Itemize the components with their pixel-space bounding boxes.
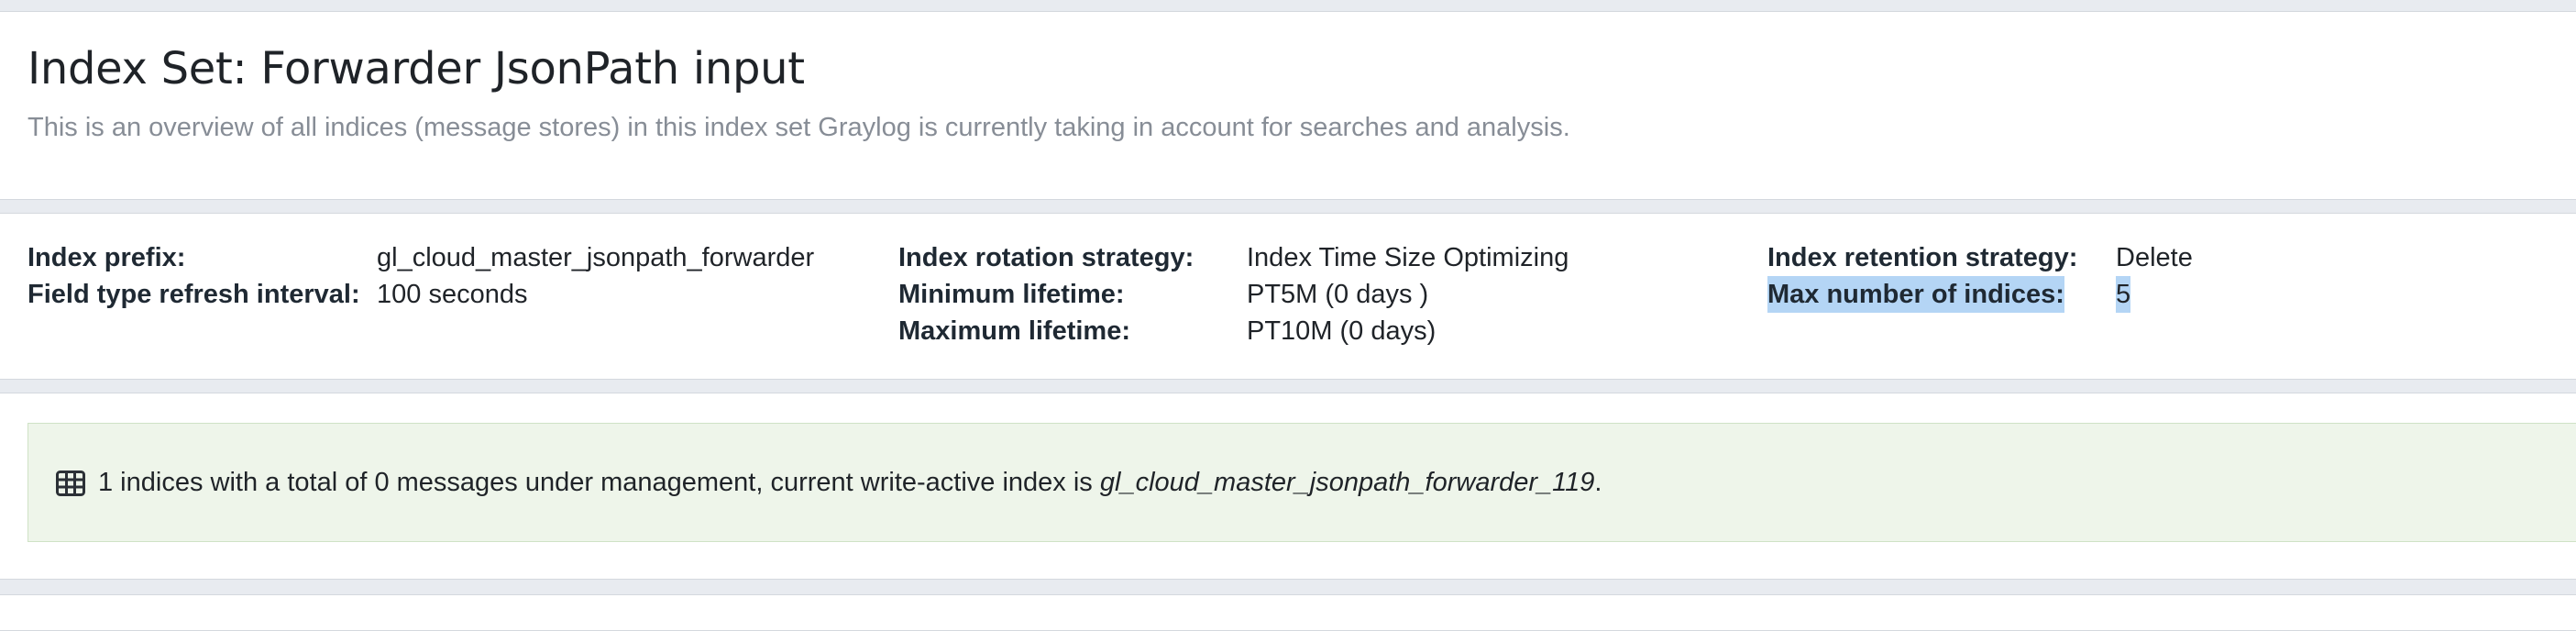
- next-panel: [0, 594, 2576, 631]
- index-prefix-label: Index prefix:: [28, 243, 186, 272]
- min-lifetime-label: Minimum lifetime:: [898, 280, 1125, 309]
- summary-text-prefix: 1 indices with a total of 0 messages und…: [98, 468, 1100, 497]
- indices-summary-alert: 1 indices with a total of 0 messages und…: [28, 423, 2576, 542]
- max-lifetime-value: PT10M (0 days): [1247, 316, 1437, 346]
- max-lifetime-label: Maximum lifetime:: [898, 316, 1130, 346]
- table-icon: [56, 470, 85, 496]
- max-indices-label: Max number of indices:: [1767, 276, 2064, 313]
- max-indices-value: 5: [2116, 276, 2131, 313]
- retention-strategy-label: Index retention strategy:: [1767, 243, 2078, 272]
- field-type-refresh-label: Field type refresh interval:: [28, 280, 360, 309]
- active-index-name: gl_cloud_master_jsonpath_forwarder_119: [1099, 468, 1595, 497]
- page-header-panel: Index Set: Forwarder JsonPath input This…: [0, 11, 2576, 200]
- index-prefix-value: gl_cloud_master_jsonpath_forwarder: [377, 243, 815, 272]
- rotation-strategy-value: Index Time Size Optimizing: [1247, 243, 1569, 272]
- indices-summary-text: 1 indices with a total of 0 messages und…: [98, 464, 1602, 501]
- page-title: Index Set: Forwarder JsonPath input: [28, 43, 805, 94]
- field-type-refresh-value: 100 seconds: [377, 280, 528, 309]
- retention-strategy-value: Delete: [2116, 243, 2193, 272]
- page-description: This is an overview of all indices (mess…: [28, 113, 1570, 142]
- indices-summary-panel: 1 indices with a total of 0 messages und…: [0, 393, 2576, 580]
- index-set-config-panel: Index prefix: gl_cloud_master_jsonpath_f…: [0, 213, 2576, 380]
- min-lifetime-value: PT5M (0 days ): [1247, 280, 1429, 309]
- summary-text-suffix: .: [1594, 468, 1602, 497]
- rotation-strategy-label: Index rotation strategy:: [898, 243, 1194, 272]
